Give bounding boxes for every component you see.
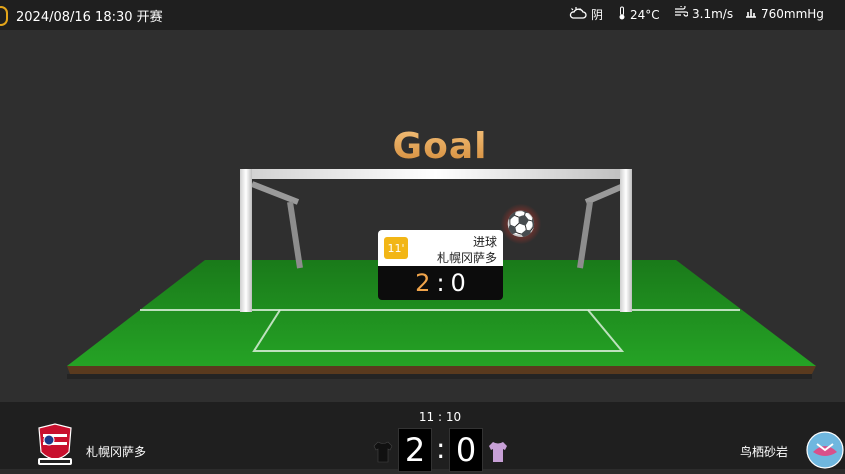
temperature-label: 24°C: [630, 7, 660, 22]
wind-icon: [674, 4, 689, 21]
away-team-name: 鸟栖砂岩: [740, 445, 789, 459]
match-datetime: 2024/08/16 18:30 开赛: [16, 10, 163, 25]
top-bar: 2024/08/16 18:30 开赛 阴 24°C 3.1m/s 760mmH…: [0, 0, 845, 30]
home-team-name: 札幌冈萨多: [86, 445, 147, 459]
pressure-label: 760mmHg: [761, 6, 824, 21]
event-home-score: 2: [415, 269, 431, 297]
home-team-logo[interactable]: [35, 422, 75, 470]
pressure-info: 760mmHg: [745, 6, 824, 21]
score-separator: :: [436, 432, 446, 465]
scoreboard: 11 : 10 札幌冈萨多 2 : 0 鸟栖砂岩: [0, 402, 845, 472]
back-icon[interactable]: [0, 0, 8, 30]
home-shirt-icon: [372, 440, 394, 464]
event-team: 札幌冈萨多: [436, 251, 497, 265]
match-clock: 11 : 10: [418, 410, 462, 424]
event-minute: 11': [384, 237, 408, 259]
away-score: 0: [449, 428, 483, 472]
weather-info: 阴: [569, 6, 603, 23]
goal-title: Goal: [380, 126, 500, 167]
weather-label: 阴: [591, 8, 604, 22]
home-score: 2: [398, 428, 432, 472]
event-score: 2 : 0: [378, 266, 503, 300]
wind-label: 3.1m/s: [692, 6, 734, 21]
pitch-illustration: [67, 169, 816, 379]
pressure-icon: [745, 6, 757, 21]
event-type: 进球: [472, 235, 497, 249]
soccer-ball-icon: ⚽: [501, 204, 541, 244]
wind-info: 3.1m/s: [674, 4, 734, 21]
goal-event-card: 11' 进球 札幌冈萨多 2 : 0: [378, 230, 503, 300]
match-animation-scene: Goal ⚽ 11' 进球 札幌冈萨多 2 : 0: [0, 30, 845, 402]
event-card-header: 11' 进球 札幌冈萨多: [378, 230, 503, 266]
temperature-info: 24°C: [618, 6, 660, 23]
event-score-separator: :: [436, 269, 445, 297]
cloudy-icon: [569, 6, 587, 23]
away-shirt-icon: [487, 440, 509, 464]
event-away-score: 0: [450, 269, 466, 297]
away-team-logo[interactable]: [805, 430, 845, 470]
thermometer-icon: [618, 6, 626, 23]
